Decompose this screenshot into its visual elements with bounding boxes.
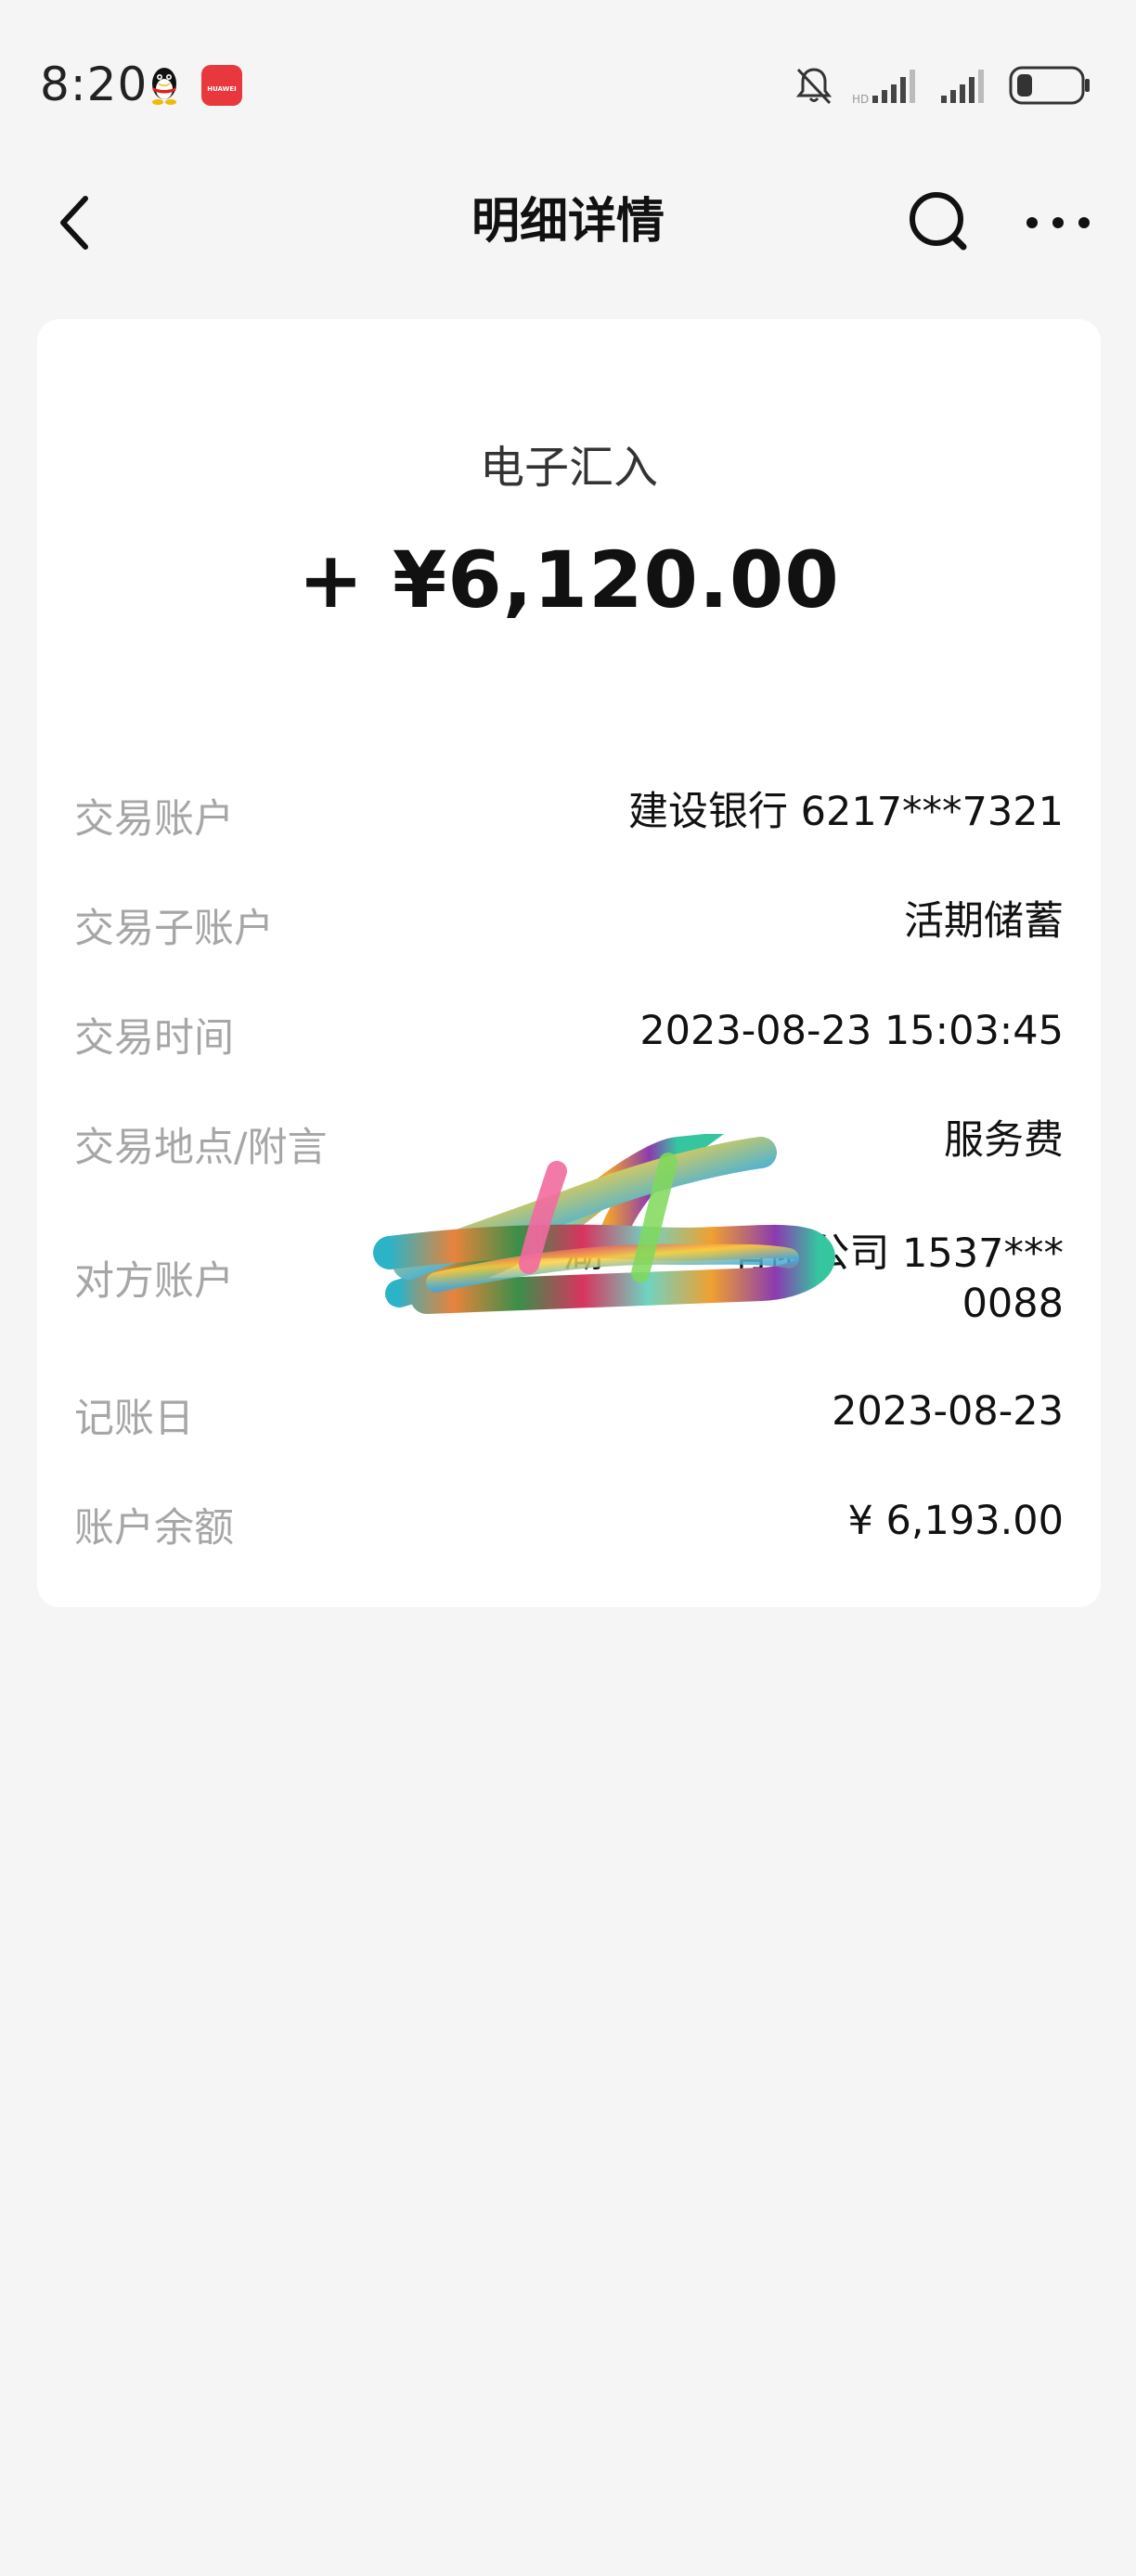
detail-value-line2: 0088 bbox=[962, 1281, 1064, 1327]
svg-text:HD: HD bbox=[852, 93, 869, 106]
transaction-detail-card: 电子汇入 + ¥6,120.00 交易账户 建设银行 6217***7321 交… bbox=[37, 319, 1101, 1607]
detail-label: 账户余额 bbox=[74, 1505, 234, 1552]
detail-label: 交易时间 bbox=[74, 1015, 234, 1062]
detail-value: 2023-08-23 15:03:45 bbox=[639, 1008, 1064, 1054]
huawei-app-icon: HUAWEI bbox=[201, 65, 242, 106]
detail-label: 交易账户 bbox=[74, 796, 234, 843]
battery-icon bbox=[1009, 66, 1090, 105]
detail-value: 活期储蓄 bbox=[904, 898, 1064, 945]
detail-label: 交易子账户 bbox=[74, 906, 274, 952]
status-bar: 8:20 HUAWEI HD bbox=[0, 0, 1136, 167]
huawei-app-label: HUAWEI bbox=[207, 85, 237, 93]
more-horizontal-icon bbox=[1026, 217, 1090, 228]
bell-muted-icon bbox=[795, 68, 833, 105]
signal-icon: HD bbox=[852, 70, 915, 106]
search-button[interactable] bbox=[900, 182, 975, 256]
detail-value: 服务费 bbox=[944, 1117, 1064, 1164]
search-icon bbox=[910, 192, 967, 251]
more-button[interactable] bbox=[1021, 182, 1095, 256]
header: 明细详情 bbox=[0, 167, 1136, 269]
detail-label: 对方账户 bbox=[74, 1258, 234, 1305]
detail-label: 交易地点/附言 bbox=[74, 1125, 328, 1171]
detail-row-counterparty: 对方账户 湖 有限公司 1537*** 0088 bbox=[74, 1229, 1064, 1331]
detail-value: 建设银行 6217***7321 bbox=[627, 789, 1064, 835]
detail-value: ¥ 6,193.00 bbox=[847, 1498, 1064, 1544]
clock: 8:20 bbox=[40, 58, 148, 111]
transaction-amount: + ¥6,120.00 bbox=[298, 535, 840, 625]
transaction-type: 电子汇入 bbox=[479, 442, 658, 494]
status-icons: HD bbox=[793, 59, 1091, 111]
signal-icon bbox=[941, 70, 984, 103]
detail-label: 记账日 bbox=[74, 1396, 194, 1442]
qq-icon bbox=[152, 68, 176, 105]
detail-value: 湖 有限公司 1537*** bbox=[562, 1230, 1064, 1277]
detail-value: 2023-08-23 bbox=[832, 1388, 1064, 1435]
